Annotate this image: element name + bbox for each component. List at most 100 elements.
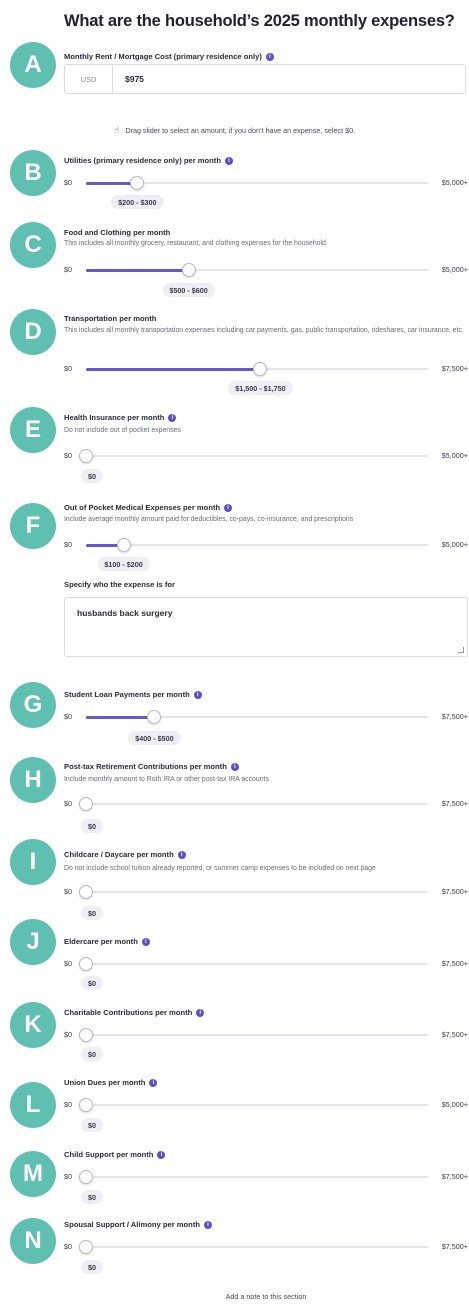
slider-min-label: $0	[64, 1242, 72, 1251]
slider-thumb[interactable]	[79, 1240, 93, 1254]
slider-thumb[interactable]	[79, 1098, 93, 1112]
child-support-per-month-slider[interactable]: $0 $7,500+	[64, 1170, 468, 1184]
slider-max-label: $7,500+	[441, 887, 468, 896]
student-loan-payments-per-month-slider[interactable]: $0 $7,500+	[64, 710, 468, 724]
post-tax-retirement-contributions-per-mo-slider[interactable]: $0 $7,500+	[64, 797, 468, 811]
slider-max-label: $5,000+	[441, 540, 468, 549]
info-icon[interactable]: i	[149, 1078, 158, 1087]
label-text: Utilities (primary residence only) per m…	[64, 156, 221, 165]
slider-thumb[interactable]	[181, 263, 196, 277]
slider-track[interactable]	[86, 362, 428, 376]
label-text: Food and Clothing per month	[64, 228, 171, 237]
food-and-clothing-per-month-slider[interactable]: $0 $5,000+	[64, 263, 468, 277]
childcare-daycare-per-month-label: Childcare / Daycare per month i	[64, 850, 186, 859]
slider-thumb[interactable]	[79, 449, 93, 463]
info-icon[interactable]: i	[265, 52, 274, 61]
section-badge-m: M	[10, 1151, 56, 1197]
mortgage-input[interactable]: USD $975	[64, 64, 466, 94]
info-icon[interactable]: i	[204, 1220, 212, 1229]
post-tax-retirement-contributions-per-mo-description: Include monthly amount to Roth IRA or ot…	[64, 776, 269, 783]
health-insurance-per-month-label: Health Insurance per month i	[64, 413, 177, 422]
slider-min-label: $0	[64, 451, 72, 460]
slider-value-badge: $200 - $300	[111, 195, 164, 209]
spousal-support-alimony-per-month-slider[interactable]: $0 $7,500+	[64, 1240, 468, 1254]
info-icon[interactable]: i	[157, 1150, 166, 1159]
utilities-primary-residence-only-per-mon-slider[interactable]: $0 $5,000+	[64, 176, 468, 190]
slider-track[interactable]	[79, 449, 428, 463]
transportation-per-month-slider[interactable]: $0 $7,500+	[64, 362, 468, 376]
specify-who-textarea[interactable]: husbands back surgery	[64, 597, 468, 657]
slider-value-badge: $0	[81, 1047, 103, 1061]
slider-track[interactable]	[79, 1240, 428, 1254]
eldercare-per-month-slider[interactable]: $0 $7,500+	[64, 957, 468, 971]
slider-min-label: $0	[64, 178, 72, 187]
slider-hint: ☝ Drag slider to select an amount, if you…	[113, 125, 356, 135]
slider-track[interactable]	[79, 885, 428, 899]
slider-track[interactable]	[79, 1170, 428, 1184]
slider-value-badge: $0	[81, 1260, 103, 1274]
section-badge-g: G	[10, 682, 56, 728]
slider-track[interactable]	[86, 176, 428, 190]
slider-min-label: $0	[64, 540, 72, 549]
slider-thumb[interactable]	[79, 1028, 93, 1042]
slider-track[interactable]	[79, 1028, 428, 1042]
info-icon[interactable]: i	[224, 503, 233, 512]
slider-thumb[interactable]	[253, 362, 268, 376]
label-text: Student Loan Payments per month	[64, 690, 190, 699]
slider-thumb[interactable]	[147, 710, 162, 724]
slider-thumb[interactable]	[79, 1170, 93, 1184]
slider-track[interactable]	[79, 797, 428, 811]
add-note-link[interactable]: Add a note to this section	[64, 1292, 468, 1301]
currency-prefix: USD	[65, 65, 113, 93]
health-insurance-per-month-description: Do not include out of pocket expenses	[64, 427, 181, 434]
union-dues-per-month-slider[interactable]: $0 $5,000+	[64, 1098, 468, 1112]
slider-thumb[interactable]	[79, 885, 93, 899]
eldercare-per-month-label: Eldercare per month i	[64, 937, 150, 946]
info-icon[interactable]: i	[193, 690, 202, 699]
slider-track[interactable]	[86, 710, 428, 724]
section-badge-f: F	[10, 503, 56, 549]
child-support-per-month-label: Child Support per month i	[64, 1150, 166, 1159]
mortgage-value[interactable]: $975	[113, 74, 144, 84]
slider-thumb[interactable]	[116, 538, 131, 552]
slider-max-label: $7,500+	[441, 959, 468, 968]
slider-max-label: $7,500+	[441, 712, 468, 721]
slider-min-label: $0	[64, 1030, 72, 1039]
slider-min-label: $0	[64, 1172, 72, 1181]
info-icon[interactable]: i	[224, 156, 233, 165]
section-badge-h: H	[10, 757, 56, 803]
slider-max-label: $7,500+	[441, 1242, 468, 1251]
slider-max-label: $5,000+	[441, 178, 468, 187]
slider-min-label: $0	[64, 887, 72, 896]
slider-value-badge: $0	[81, 906, 103, 920]
out-of-pocket-medical-expenses-per-month-slider[interactable]: $0 $5,000+	[64, 538, 468, 552]
resize-handle-icon[interactable]	[458, 647, 464, 653]
health-insurance-per-month-slider[interactable]: $0 $5,000+	[64, 449, 468, 463]
spousal-support-alimony-per-month-label: Spousal Support / Alimony per month i	[64, 1220, 212, 1229]
slider-thumb[interactable]	[130, 176, 145, 190]
slider-value-badge: $400 - $500	[128, 731, 181, 745]
info-icon[interactable]: i	[141, 937, 150, 946]
label-text: Charitable Contributions per month	[64, 1008, 193, 1017]
label-text: Out of Pocket Medical Expenses per month	[64, 503, 221, 512]
slider-min-label: $0	[64, 1100, 72, 1109]
info-icon[interactable]: i	[230, 762, 239, 771]
slider-track[interactable]	[79, 957, 428, 971]
slider-thumb[interactable]	[79, 957, 93, 971]
info-icon[interactable]: i	[196, 1008, 205, 1017]
slider-track[interactable]	[86, 538, 428, 552]
utilities-primary-residence-only-per-mon-label: Utilities (primary residence only) per m…	[64, 156, 233, 165]
slider-track[interactable]	[86, 263, 428, 277]
info-icon[interactable]: i	[168, 413, 177, 422]
charitable-contributions-per-month-slider[interactable]: $0 $7,500+	[64, 1028, 468, 1042]
info-icon[interactable]: i	[177, 850, 186, 859]
label-text: Eldercare per month	[64, 937, 138, 946]
charitable-contributions-per-month-label: Charitable Contributions per month i	[64, 1008, 205, 1017]
slider-thumb[interactable]	[79, 797, 93, 811]
slider-fill	[86, 367, 261, 371]
childcare-daycare-per-month-slider[interactable]: $0 $7,500+	[64, 885, 468, 899]
label-text: Child Support per month	[64, 1150, 154, 1159]
slider-fill	[86, 715, 155, 719]
slider-fill	[86, 268, 189, 272]
slider-track[interactable]	[79, 1098, 428, 1112]
